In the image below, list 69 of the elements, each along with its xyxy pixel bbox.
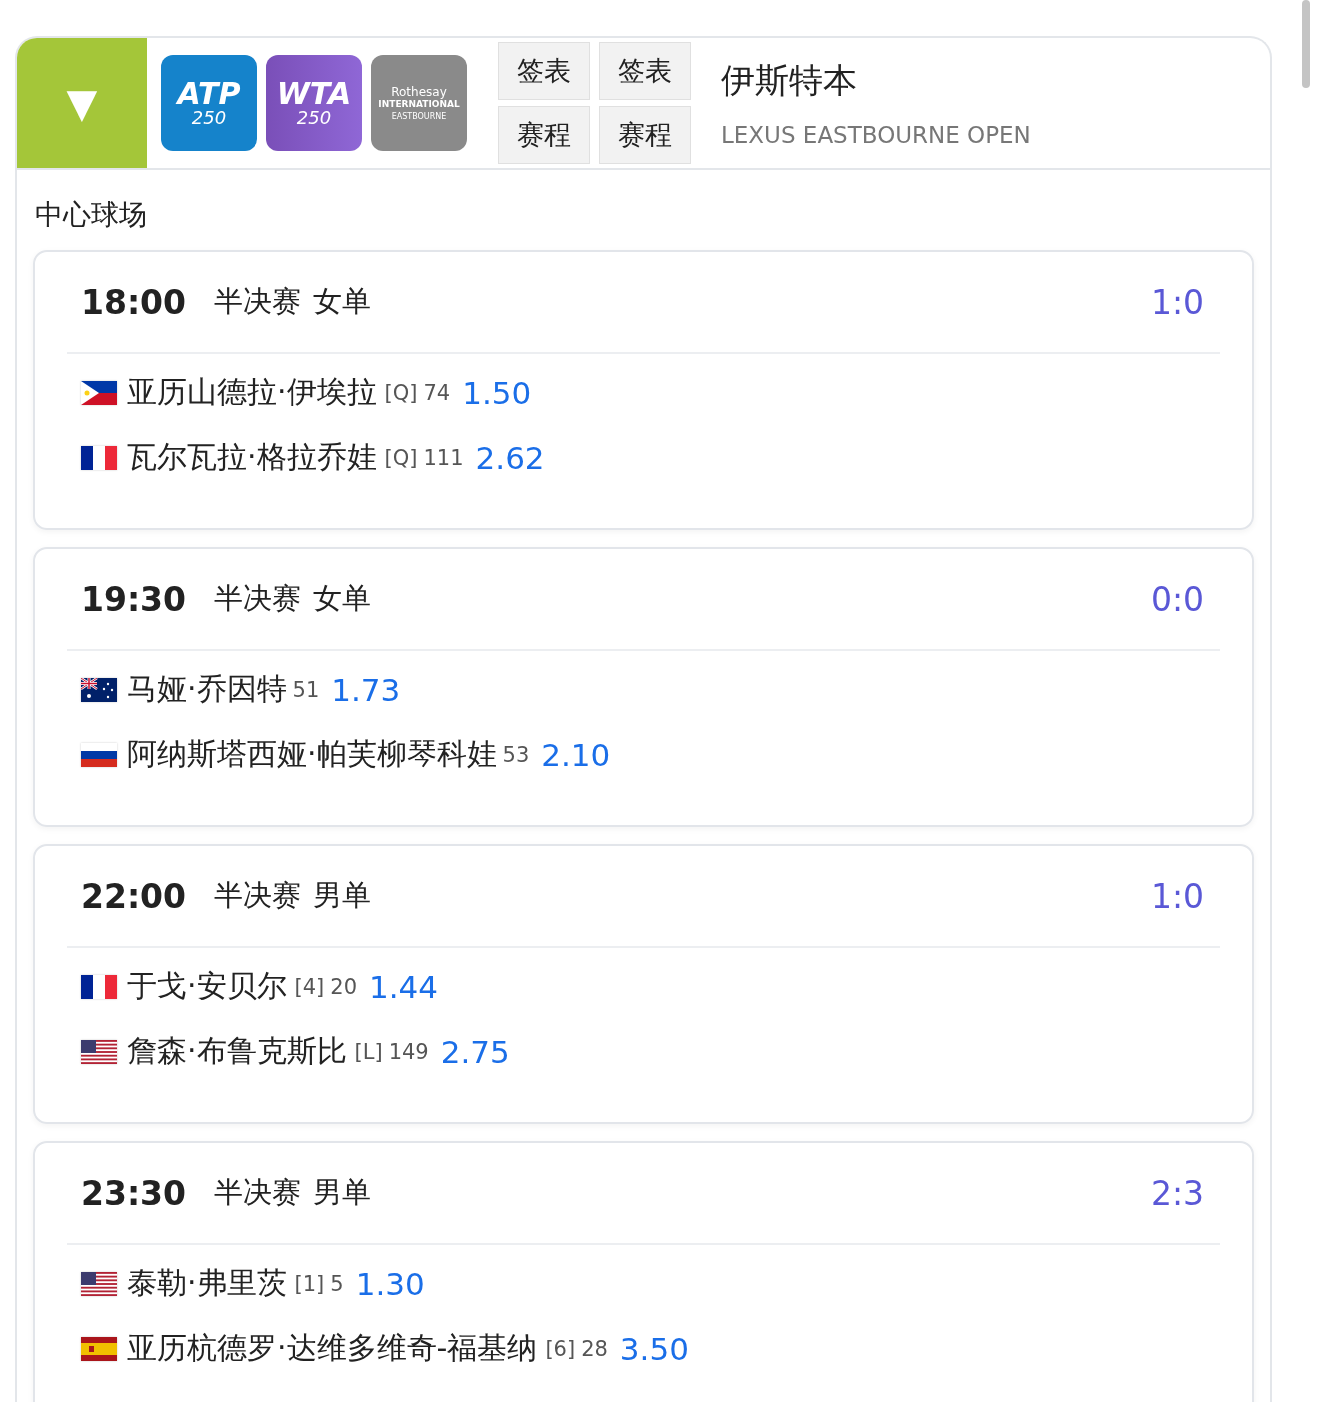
match-time: 18:00 — [81, 282, 187, 322]
flag-icon — [81, 742, 117, 767]
match-time: 22:00 — [81, 876, 187, 916]
nav-button[interactable]: 赛程 — [498, 106, 590, 164]
tournament-subtitle: LEXUS EASTBOURNE OPEN — [721, 122, 1031, 148]
player-seed: [6] — [545, 1336, 576, 1361]
player-rank: 149 — [388, 1039, 429, 1064]
player-rank: 111 — [423, 445, 464, 470]
player-rank: 74 — [423, 380, 451, 405]
player-odds: 2.10 — [541, 736, 611, 773]
nav-button[interactable]: 签表 — [599, 42, 691, 100]
player-odds: 1.30 — [355, 1265, 425, 1302]
logo: ATP 250 — [161, 55, 257, 151]
match-round: 半决赛 — [214, 283, 302, 320]
scrollbar[interactable] — [1302, 0, 1310, 88]
match-score: 1:0 — [1150, 282, 1204, 322]
match-card[interactable]: 19:30 半决赛 女单 0:0 马娅·乔因特 51 1.73 阿纳斯塔西娅·帕芙柳琴科娃 53 2.10 — [33, 547, 1254, 827]
court-label: 中心球场 — [35, 197, 148, 233]
player-rank: 5 — [330, 1271, 344, 1296]
match-card[interactable]: 22:00 半决赛 男单 1:0 于戈·安贝尔 [4] 20 1.44 詹森·布鲁克斯比 [L] 149 2.75 — [33, 844, 1254, 1124]
match-round: 半决赛 — [214, 1174, 302, 1211]
match-card[interactable]: 18:00 半决赛 女单 1:0 亚历山德拉·伊埃拉 [Q] 74 1.50 瓦尔瓦拉·格拉乔娃 [Q] 111 2.62 — [33, 250, 1254, 530]
player-odds: 1.50 — [462, 374, 532, 411]
match-score: 1:0 — [1150, 876, 1204, 916]
player-odds: 3.50 — [619, 1330, 689, 1367]
match-round: 半决赛 — [214, 580, 302, 617]
player-name: 詹森·布鲁克斯比 — [127, 1032, 347, 1070]
flag-icon — [81, 380, 117, 405]
player-seed: [L] — [354, 1039, 383, 1064]
logo: Rothesay INTERNATIONAL EASTBOURNE — [371, 55, 467, 151]
match-score: 0:0 — [1150, 579, 1204, 619]
player-name: 阿纳斯塔西娅·帕芙柳琴科娃 — [127, 735, 497, 773]
flag-icon — [81, 974, 117, 999]
match-event: 男单 — [313, 877, 372, 914]
match-card[interactable]: 23:30 半决赛 男单 2:3 泰勒·弗里茨 [1] 5 1.30 亚历杭德罗·达维多维奇-福基纳 [6] 28 3.50 — [33, 1141, 1254, 1402]
match-event: 男单 — [313, 1174, 372, 1211]
player-seed: [4] — [294, 974, 325, 999]
player-odds: 1.44 — [369, 968, 439, 1005]
flag-icon — [81, 1336, 117, 1361]
match-event: 女单 — [313, 283, 372, 320]
flag-icon — [81, 1271, 117, 1296]
player-name: 亚历山德拉·伊埃拉 — [127, 373, 377, 411]
flag-icon — [81, 1039, 117, 1064]
player-name: 泰勒·弗里茨 — [127, 1264, 287, 1302]
player-name: 于戈·安贝尔 — [127, 967, 287, 1005]
flag-icon — [81, 445, 117, 470]
match-round: 半决赛 — [214, 877, 302, 914]
player-odds: 2.62 — [475, 439, 545, 476]
tournament-title: 伊斯特本 — [721, 59, 858, 102]
logo: WTA 250 — [266, 55, 362, 151]
flag-icon — [81, 677, 117, 702]
player-odds: 1.73 — [331, 671, 401, 708]
match-time: 23:30 — [81, 1173, 187, 1213]
player-seed: [Q] — [384, 445, 418, 470]
player-name: 亚历杭德罗·达维多维奇-福基纳 — [127, 1329, 538, 1367]
player-rank: 20 — [330, 974, 358, 999]
player-rank: 28 — [581, 1336, 608, 1361]
player-seed: [Q] — [384, 380, 418, 405]
player-odds: 2.75 — [440, 1033, 510, 1070]
player-name: 瓦尔瓦拉·格拉乔娃 — [127, 438, 377, 476]
player-name: 马娅·乔因特 — [127, 670, 287, 708]
nav-button[interactable]: 赛程 — [599, 106, 691, 164]
match-event: 女单 — [313, 580, 372, 617]
player-rank: 53 — [502, 742, 530, 767]
nav-button[interactable]: 签表 — [498, 42, 590, 100]
player-rank: 51 — [292, 677, 320, 702]
match-time: 19:30 — [81, 579, 187, 619]
match-score: 2:3 — [1150, 1173, 1204, 1213]
player-seed: [1] — [294, 1271, 325, 1296]
